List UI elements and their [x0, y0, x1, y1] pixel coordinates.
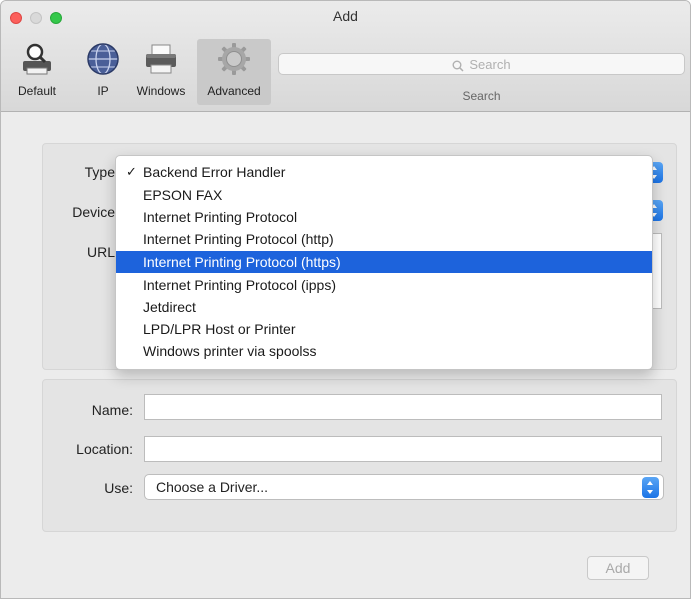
menu-item-label: Internet Printing Protocol (https) [143, 254, 341, 270]
toolbar-windows-button[interactable]: Windows [127, 39, 195, 105]
location-field[interactable] [144, 436, 662, 462]
use-driver-popup[interactable]: Choose a Driver... [144, 474, 664, 500]
type-dropdown-menu: ✓ Backend Error Handler EPSON FAX Interne… [115, 155, 653, 370]
menu-item-label: Backend Error Handler [143, 164, 286, 180]
menu-item-ipp[interactable]: Internet Printing Protocol [116, 206, 652, 228]
toolbar-windows-label: Windows [136, 84, 186, 98]
menu-item-ipp-ipps[interactable]: Internet Printing Protocol (ipps) [116, 274, 652, 296]
menu-item-label: Windows printer via spoolss [143, 343, 317, 359]
toolbar-advanced-button[interactable]: Advanced [197, 39, 271, 105]
globe-icon [87, 43, 119, 75]
location-label: Location: [76, 441, 133, 457]
titlebar: Add Default IP Windows Advanced Search S… [1, 1, 690, 112]
menu-item-lpd-lpr[interactable]: LPD/LPR Host or Printer [116, 318, 652, 340]
use-popup-stepper [642, 477, 659, 498]
device-label: Device [72, 204, 115, 220]
menu-item-jetdirect[interactable]: Jetdirect [116, 296, 652, 318]
search-input[interactable]: Search [278, 53, 685, 75]
menu-item-epson-fax[interactable]: EPSON FAX [116, 184, 652, 206]
type-label: Type [84, 164, 115, 180]
toolbar-advanced-label: Advanced [207, 84, 261, 98]
toolbar-default-button[interactable]: Default [1, 39, 73, 105]
toolbar-default-label: Default [17, 84, 57, 98]
menu-item-backend-error-handler[interactable]: ✓ Backend Error Handler [116, 161, 652, 183]
toolbar-ip-label: IP [97, 84, 109, 98]
search-placeholder-row: Search [279, 57, 684, 72]
menu-item-label: Internet Printing Protocol (http) [143, 231, 334, 247]
magnifier-printer-icon [23, 43, 51, 75]
menu-item-label: Internet Printing Protocol [143, 209, 298, 225]
menu-item-label: EPSON FAX [143, 187, 223, 203]
menu-item-ipp-http[interactable]: Internet Printing Protocol (http) [116, 228, 652, 250]
menu-item-label: LPD/LPR Host or Printer [143, 321, 296, 337]
name-field[interactable] [144, 394, 662, 420]
add-printer-window: Add Default IP Windows Advanced Search S… [0, 0, 691, 599]
name-label: Name: [91, 402, 133, 418]
printer-icon [146, 44, 176, 74]
window-title: Add [333, 8, 358, 24]
checkmark-icon: ✓ [126, 164, 137, 179]
menu-item-windows-spoolss[interactable]: Windows printer via spoolss [116, 340, 652, 362]
url-label: URL [86, 244, 115, 260]
menu-item-label: Internet Printing Protocol (ipps) [143, 277, 336, 293]
gear-icon [218, 43, 250, 75]
toolbar-ip-button[interactable]: IP [81, 39, 125, 105]
use-label: Use: [104, 480, 133, 496]
menu-item-label: Jetdirect [143, 299, 196, 315]
search-placeholder: Search [469, 57, 511, 72]
add-button[interactable]: Add [587, 556, 649, 580]
search-label: Search [462, 89, 501, 103]
use-driver-value: Choose a Driver... [156, 479, 269, 495]
search-icon [452, 60, 464, 72]
menu-item-ipp-https[interactable]: Internet Printing Protocol (https) [116, 251, 652, 273]
